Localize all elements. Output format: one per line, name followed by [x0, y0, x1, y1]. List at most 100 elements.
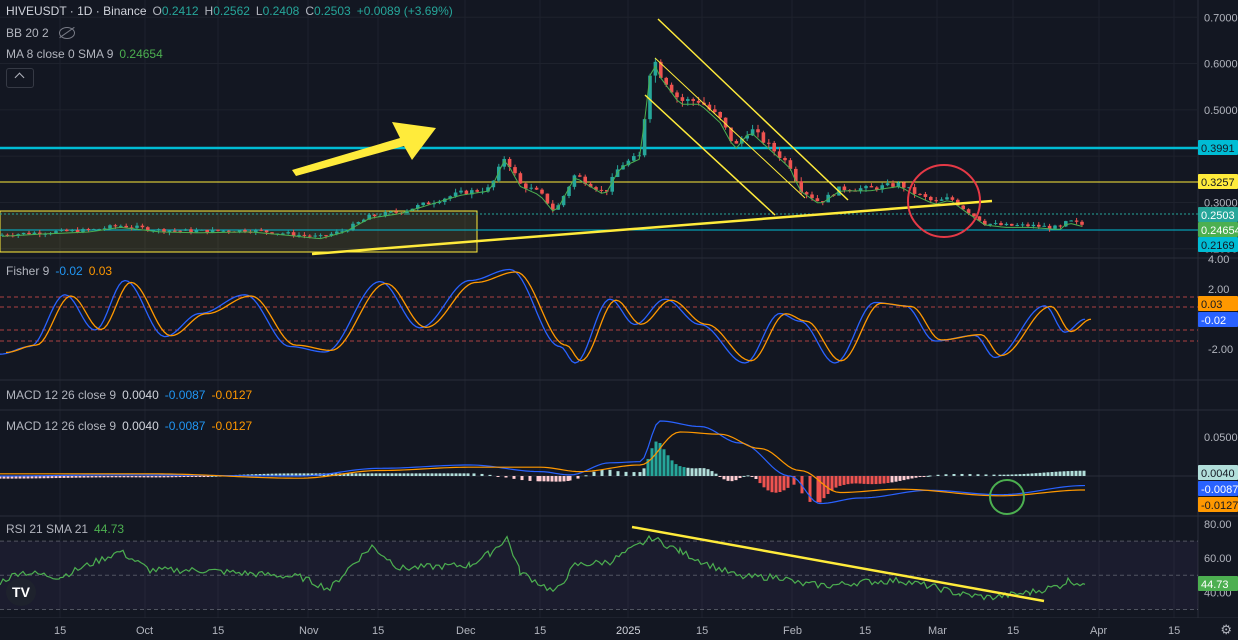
macd-bar — [1010, 474, 1014, 476]
macd-bar — [826, 476, 830, 495]
candle-body — [459, 190, 463, 193]
candle-body — [297, 234, 301, 236]
time-axis-label: Oct — [136, 625, 153, 637]
macd-bar — [170, 476, 174, 478]
macd-legend-2[interactable]: MACD 12 26 close 9 0.0040 -0.0087 -0.012… — [6, 419, 252, 433]
candle-body — [0, 234, 4, 236]
macd-bar — [838, 476, 842, 486]
macd-bar — [706, 469, 710, 476]
candle-body — [264, 230, 269, 233]
ma-indicator-legend[interactable]: MA 8 close 0 SMA 9 0.24654 — [6, 47, 163, 61]
macd-bar — [746, 475, 750, 477]
price-badge-text: 0.2169 — [1201, 240, 1235, 252]
macd-bar — [520, 476, 524, 481]
macd-bar — [546, 476, 550, 482]
macd-bar — [130, 476, 134, 478]
candle-body — [734, 141, 739, 144]
macd-bar — [206, 476, 210, 477]
macd-bar — [198, 476, 202, 477]
macd-bar — [1050, 472, 1054, 476]
macd-bar — [42, 476, 46, 479]
macd-bar — [554, 476, 558, 482]
macd-scale-label: 0.0500 — [1204, 432, 1238, 444]
macd-bar — [914, 476, 918, 478]
macd-bar — [504, 476, 508, 478]
tradingview-logo[interactable]: TV — [6, 578, 36, 606]
time-axis-label: 15 — [1168, 625, 1180, 637]
macd-bar — [462, 473, 466, 476]
macd-bar — [722, 476, 726, 480]
fisher-value-1: -0.02 — [55, 264, 83, 278]
macd-bar — [394, 473, 398, 476]
macd-bar — [70, 476, 74, 478]
candle-body — [308, 235, 312, 237]
macd-bar — [992, 474, 996, 476]
fisher-legend[interactable]: Fisher 9 -0.02 0.03 — [6, 264, 112, 278]
macd-bar — [778, 476, 782, 493]
macd-bar — [438, 473, 442, 476]
macd-bar — [1046, 472, 1050, 476]
price-pane-legend: HIVEUSDT · 1D · Binance O0.2412 H0.2562 … — [6, 4, 453, 18]
macd-bar — [528, 476, 532, 481]
macd-signal-1: -0.0127 — [211, 388, 253, 402]
candle-body — [1004, 223, 1009, 226]
macd-bar — [142, 476, 146, 478]
macd-bar — [178, 476, 182, 478]
macd-bar — [110, 476, 114, 478]
macd-bar — [190, 476, 194, 477]
bb-indicator-legend[interactable]: BB 20 2 — [6, 26, 75, 40]
rsi-badge-text: 44.73 — [1201, 579, 1229, 591]
macd-legend-1[interactable]: MACD 12 26 close 9 0.0040 -0.0087 -0.012… — [6, 388, 252, 402]
candle-body — [21, 232, 26, 235]
macd-bar — [846, 476, 850, 485]
candle-body — [113, 225, 118, 227]
collapse-legend-button[interactable] — [6, 68, 34, 88]
ohlc-close: C0.2503 — [305, 4, 351, 18]
candle-body — [140, 225, 145, 228]
rsi-legend[interactable]: RSI 21 SMA 21 44.73 — [6, 522, 124, 536]
candle-body — [227, 230, 231, 232]
gear-icon[interactable]: ⚙ — [1220, 622, 1232, 638]
macd-bar — [1002, 474, 1006, 476]
candle-body — [183, 229, 188, 231]
macd-bar — [558, 476, 562, 482]
candle-body — [389, 211, 393, 213]
macd-bar — [984, 474, 988, 476]
macd-bar — [918, 476, 922, 478]
macd-label-2: MACD 12 26 close 9 — [6, 419, 117, 433]
macd-bar — [54, 476, 58, 479]
macd-bar — [378, 473, 382, 476]
macd-bar — [936, 474, 940, 476]
macd-bar — [1034, 473, 1038, 476]
macd-bar — [686, 467, 690, 476]
symbol-title[interactable]: HIVEUSDT · 1D · Binance — [6, 4, 147, 18]
candle-body — [178, 230, 182, 232]
candle-body — [696, 100, 701, 103]
candle-body — [286, 232, 290, 234]
macd-bar — [82, 476, 86, 478]
ma-value: 0.24654 — [119, 47, 163, 61]
time-axis-label: 2025 — [616, 625, 640, 637]
candle-body — [529, 187, 533, 189]
macd-bar — [472, 473, 476, 476]
candle-body — [70, 229, 74, 232]
macd-bar — [576, 476, 580, 479]
chart-canvas[interactable]: 0.70000.60000.50000.30000.20004.002.00-2… — [0, 0, 1238, 640]
time-axis-label: 15 — [212, 625, 224, 637]
macd-bar — [58, 476, 62, 478]
macd-bar — [102, 476, 106, 478]
price-badge-text: 0.3257 — [1201, 177, 1235, 189]
candle-body — [394, 211, 398, 213]
macd-bar — [1078, 470, 1082, 476]
macd-bar — [442, 473, 446, 476]
macd-bar — [166, 476, 170, 478]
macd-line-1: -0.0087 — [164, 388, 206, 402]
candle-body — [92, 229, 96, 231]
candle-body — [999, 223, 1003, 226]
macd-bar — [480, 473, 484, 476]
candle-body — [599, 189, 604, 191]
candle-body — [885, 183, 890, 186]
time-axis-label: Feb — [783, 625, 802, 637]
hidden-eye-icon[interactable] — [58, 27, 75, 39]
macd-bar — [858, 476, 862, 484]
